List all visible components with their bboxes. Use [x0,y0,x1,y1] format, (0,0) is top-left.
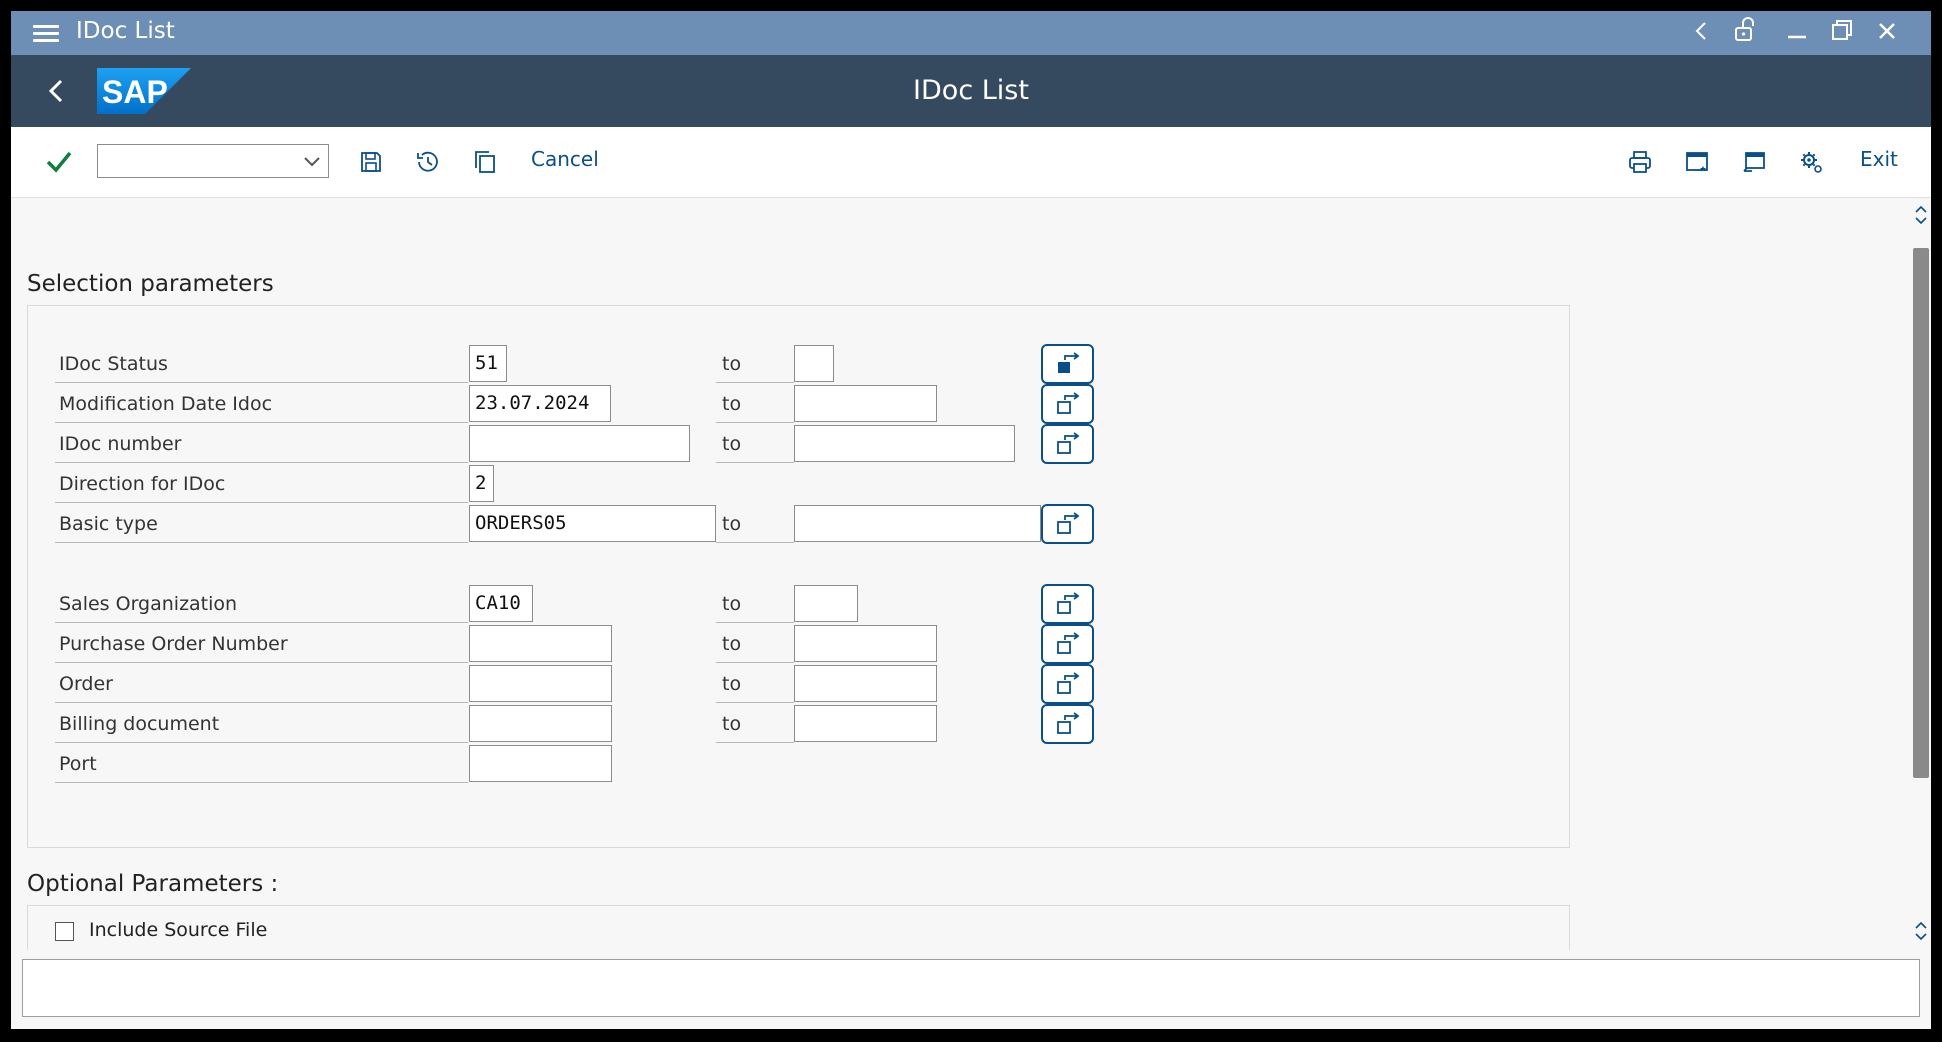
status-bar [22,959,1920,1017]
idoc-number-to-input[interactable] [794,425,1015,462]
print-icon[interactable] [1622,144,1658,180]
billing-document-to-label: to [716,705,794,743]
idoc-number-multiple-selection-button[interactable] [1041,424,1094,464]
basic-type-to-input[interactable] [794,505,1041,542]
idoc-number-from-input[interactable] [469,425,690,462]
purchase-order-number-multiple-selection-button[interactable] [1041,624,1094,664]
billing-document-multiple-selection-button[interactable] [1041,704,1094,744]
copy-icon[interactable] [467,144,503,180]
basic-type-label: Basic type [55,505,468,543]
basic-type-to-label: to [716,505,794,543]
billing-document-label: Billing document [55,705,468,743]
chevron-left-icon[interactable] [1685,17,1717,49]
basic-type-multiple-selection-button[interactable] [1041,504,1094,544]
include-source-file-checkbox[interactable] [55,922,74,941]
application-toolbar: Cancel Exit [11,127,1931,198]
basic-type-from-input[interactable]: ORDERS05 [469,505,716,542]
idoc-status-to-label: to [716,345,794,383]
scroll-up-icon[interactable] [1911,200,1931,230]
shell-header: SAP IDoc List [11,55,1931,127]
minimize-icon[interactable] [1781,17,1813,49]
modification-date-label: Modification Date Idoc [55,385,468,423]
billing-document-from-input[interactable] [469,705,612,742]
window-title-bar: IDoc List [11,11,1931,55]
optional-parameters-title: Optional Parameters : [27,871,279,897]
purchase-order-number-to-label: to [716,625,794,663]
order-to-input[interactable] [794,665,937,702]
selection-screen: Selection parameters IDoc Status 51 to M… [11,198,1911,950]
purchase-order-number-from-input[interactable] [469,625,612,662]
restore-icon[interactable] [1826,17,1858,49]
new-window-icon[interactable] [1679,144,1715,180]
scrollbar-thumb[interactable] [1913,248,1929,778]
idoc-status-label: IDoc Status [55,345,468,383]
port-label: Port [55,745,468,783]
direction-input[interactable]: 2 [469,465,494,502]
scroll-down-icon[interactable] [1911,916,1931,946]
window-title: IDoc List [76,18,175,44]
command-field[interactable] [97,144,329,178]
confirm-check-icon[interactable] [41,144,77,180]
sap-window: IDoc List SAP IDoc List Cancel Exit Sele… [11,11,1931,1029]
order-to-label: to [716,665,794,703]
hamburger-menu-icon[interactable] [33,21,59,45]
exit-button[interactable]: Exit [1860,147,1898,171]
idoc-number-to-label: to [716,425,794,463]
cancel-button[interactable]: Cancel [531,147,599,171]
sales-organization-label: Sales Organization [55,585,468,623]
order-from-input[interactable] [469,665,612,702]
sales-organization-to-input[interactable] [794,585,858,622]
window-switch-icon[interactable] [1736,144,1772,180]
save-icon[interactable] [353,144,389,180]
purchase-order-number-label: Purchase Order Number [55,625,468,663]
idoc-status-from-input[interactable]: 51 [469,345,507,382]
settings-gear-icon[interactable] [1793,144,1829,180]
port-input[interactable] [469,745,612,782]
order-label: Order [55,665,468,703]
modification-date-to-input[interactable] [794,385,937,422]
chevron-down-icon[interactable] [302,151,322,175]
direction-label: Direction for IDoc [55,465,468,503]
app-title: IDoc List [913,75,1029,106]
modification-date-to-label: to [716,385,794,423]
close-icon[interactable] [1871,17,1903,49]
sales-organization-to-label: to [716,585,794,623]
idoc-status-multiple-selection-button[interactable] [1041,344,1094,384]
selection-parameters-title: Selection parameters [27,271,274,297]
idoc-status-to-input[interactable] [794,345,834,382]
sales-organization-multiple-selection-button[interactable] [1041,584,1094,624]
modification-date-from-input[interactable]: 23.07.2024 [469,385,611,422]
history-clock-icon[interactable] [410,144,446,180]
modification-date-multiple-selection-button[interactable] [1041,384,1094,424]
billing-document-to-input[interactable] [794,705,937,742]
unlock-icon[interactable] [1729,17,1761,49]
idoc-number-label: IDoc number [55,425,468,463]
sales-organization-from-input[interactable]: CA10 [469,585,533,622]
purchase-order-number-to-input[interactable] [794,625,937,662]
include-source-file-label: Include Source File [89,919,268,941]
vertical-scrollbar[interactable] [1911,198,1931,950]
order-multiple-selection-button[interactable] [1041,664,1094,704]
